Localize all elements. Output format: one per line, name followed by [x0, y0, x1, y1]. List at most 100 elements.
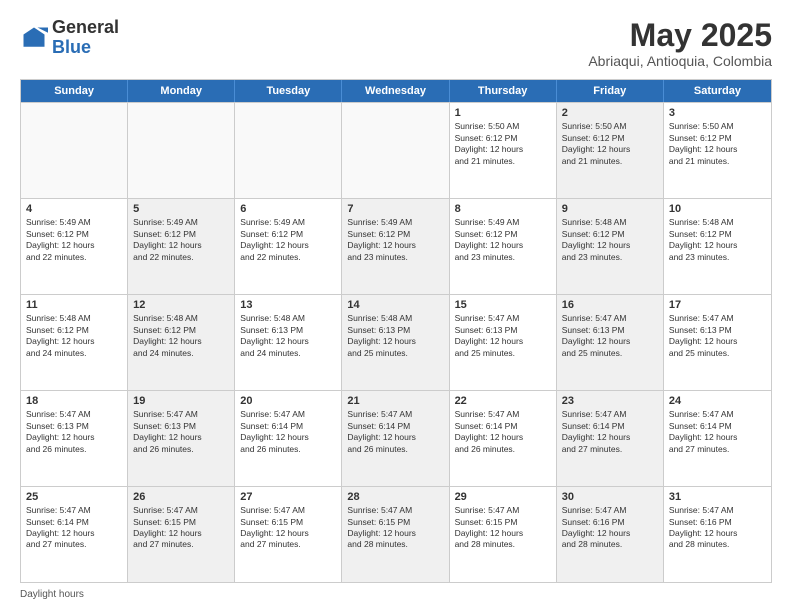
day-number: 12: [133, 299, 229, 311]
day-number: 20: [240, 395, 336, 407]
calendar-cell: 1 Sunrise: 5:50 AM Sunset: 6:12 PM Daylig…: [450, 103, 557, 198]
day-number: 3: [669, 107, 766, 119]
calendar-header-cell: Tuesday: [235, 80, 342, 102]
day-info: Sunrise: 5:48 AM Sunset: 6:12 PM Dayligh…: [562, 217, 658, 263]
day-info: Sunrise: 5:50 AM Sunset: 6:12 PM Dayligh…: [455, 121, 551, 167]
day-info: Sunrise: 5:47 AM Sunset: 6:13 PM Dayligh…: [133, 409, 229, 455]
day-number: 13: [240, 299, 336, 311]
day-number: 22: [455, 395, 551, 407]
day-number: 27: [240, 491, 336, 503]
day-number: 23: [562, 395, 658, 407]
day-number: 17: [669, 299, 766, 311]
day-info: Sunrise: 5:48 AM Sunset: 6:12 PM Dayligh…: [26, 313, 122, 359]
day-number: 6: [240, 203, 336, 215]
calendar-cell: 27 Sunrise: 5:47 AM Sunset: 6:15 PM Dayli…: [235, 487, 342, 582]
day-number: 30: [562, 491, 658, 503]
calendar-header-cell: Monday: [128, 80, 235, 102]
day-info: Sunrise: 5:47 AM Sunset: 6:14 PM Dayligh…: [347, 409, 443, 455]
calendar-cell: 5Sunrise: 5:49 AM Sunset: 6:12 PM Daylig…: [128, 199, 235, 294]
subtitle: Abriaqui, Antioquia, Colombia: [588, 53, 772, 69]
calendar-cell: 4 Sunrise: 5:49 AM Sunset: 6:12 PM Daylig…: [21, 199, 128, 294]
calendar-header-cell: Thursday: [450, 80, 557, 102]
logo-icon: [20, 24, 48, 52]
calendar-cell: [342, 103, 449, 198]
calendar-cell: 30Sunrise: 5:47 AM Sunset: 6:16 PM Dayli…: [557, 487, 664, 582]
day-info: Sunrise: 5:48 AM Sunset: 6:13 PM Dayligh…: [347, 313, 443, 359]
calendar-cell: 22 Sunrise: 5:47 AM Sunset: 6:14 PM Dayli…: [450, 391, 557, 486]
calendar-cell: 16Sunrise: 5:47 AM Sunset: 6:13 PM Dayli…: [557, 295, 664, 390]
day-number: 8: [455, 203, 551, 215]
day-info: Sunrise: 5:47 AM Sunset: 6:14 PM Dayligh…: [240, 409, 336, 455]
day-number: 5: [133, 203, 229, 215]
calendar-cell: 29 Sunrise: 5:47 AM Sunset: 6:15 PM Dayli…: [450, 487, 557, 582]
day-number: 24: [669, 395, 766, 407]
month-title: May 2025: [588, 18, 772, 53]
day-info: Sunrise: 5:49 AM Sunset: 6:12 PM Dayligh…: [26, 217, 122, 263]
day-number: 25: [26, 491, 122, 503]
calendar-cell: [235, 103, 342, 198]
day-info: Sunrise: 5:49 AM Sunset: 6:12 PM Dayligh…: [455, 217, 551, 263]
calendar-cell: 13 Sunrise: 5:48 AM Sunset: 6:13 PM Dayli…: [235, 295, 342, 390]
logo-blue-text: Blue: [52, 37, 91, 57]
calendar-header-cell: Sunday: [21, 80, 128, 102]
calendar-cell: 7Sunrise: 5:49 AM Sunset: 6:12 PM Daylig…: [342, 199, 449, 294]
calendar-cell: 21 Sunrise: 5:47 AM Sunset: 6:14 PM Dayli…: [342, 391, 449, 486]
day-number: 4: [26, 203, 122, 215]
calendar-cell: 11Sunrise: 5:48 AM Sunset: 6:12 PM Dayli…: [21, 295, 128, 390]
logo: General Blue: [20, 18, 119, 58]
calendar-cell: [21, 103, 128, 198]
calendar-row: 25Sunrise: 5:47 AM Sunset: 6:14 PM Dayli…: [21, 486, 771, 582]
day-number: 7: [347, 203, 443, 215]
day-number: 21: [347, 395, 443, 407]
day-number: 29: [455, 491, 551, 503]
calendar-cell: 10 Sunrise: 5:48 AM Sunset: 6:12 PM Dayli…: [664, 199, 771, 294]
calendar-cell: 25Sunrise: 5:47 AM Sunset: 6:14 PM Dayli…: [21, 487, 128, 582]
day-number: 1: [455, 107, 551, 119]
day-info: Sunrise: 5:47 AM Sunset: 6:13 PM Dayligh…: [669, 313, 766, 359]
calendar-body: 1 Sunrise: 5:50 AM Sunset: 6:12 PM Daylig…: [21, 102, 771, 582]
calendar-cell: 9Sunrise: 5:48 AM Sunset: 6:12 PM Daylig…: [557, 199, 664, 294]
day-info: Sunrise: 5:47 AM Sunset: 6:15 PM Dayligh…: [133, 505, 229, 551]
day-number: 14: [347, 299, 443, 311]
day-info: Sunrise: 5:47 AM Sunset: 6:14 PM Dayligh…: [669, 409, 766, 455]
calendar-cell: 6 Sunrise: 5:49 AM Sunset: 6:12 PM Daylig…: [235, 199, 342, 294]
day-number: 31: [669, 491, 766, 503]
calendar-header-cell: Wednesday: [342, 80, 449, 102]
calendar-cell: 28 Sunrise: 5:47 AM Sunset: 6:15 PM Dayli…: [342, 487, 449, 582]
day-info: Sunrise: 5:47 AM Sunset: 6:16 PM Dayligh…: [669, 505, 766, 551]
calendar-cell: 24 Sunrise: 5:47 AM Sunset: 6:14 PM Dayli…: [664, 391, 771, 486]
calendar-cell: 18Sunrise: 5:47 AM Sunset: 6:13 PM Dayli…: [21, 391, 128, 486]
calendar-row: 4 Sunrise: 5:49 AM Sunset: 6:12 PM Daylig…: [21, 198, 771, 294]
calendar-row: 1 Sunrise: 5:50 AM Sunset: 6:12 PM Daylig…: [21, 102, 771, 198]
calendar-cell: 19Sunrise: 5:47 AM Sunset: 6:13 PM Dayli…: [128, 391, 235, 486]
day-number: 10: [669, 203, 766, 215]
day-info: Sunrise: 5:47 AM Sunset: 6:13 PM Dayligh…: [455, 313, 551, 359]
day-info: Sunrise: 5:50 AM Sunset: 6:12 PM Dayligh…: [562, 121, 658, 167]
day-info: Sunrise: 5:47 AM Sunset: 6:15 PM Dayligh…: [240, 505, 336, 551]
day-info: Sunrise: 5:48 AM Sunset: 6:12 PM Dayligh…: [669, 217, 766, 263]
calendar-cell: 3 Sunrise: 5:50 AM Sunset: 6:12 PM Daylig…: [664, 103, 771, 198]
calendar-cell: 17 Sunrise: 5:47 AM Sunset: 6:13 PM Dayli…: [664, 295, 771, 390]
day-info: Sunrise: 5:47 AM Sunset: 6:15 PM Dayligh…: [455, 505, 551, 551]
calendar-row: 11Sunrise: 5:48 AM Sunset: 6:12 PM Dayli…: [21, 294, 771, 390]
day-info: Sunrise: 5:49 AM Sunset: 6:12 PM Dayligh…: [240, 217, 336, 263]
day-number: 15: [455, 299, 551, 311]
calendar-cell: 14 Sunrise: 5:48 AM Sunset: 6:13 PM Dayli…: [342, 295, 449, 390]
day-info: Sunrise: 5:47 AM Sunset: 6:14 PM Dayligh…: [455, 409, 551, 455]
calendar-header-cell: Friday: [557, 80, 664, 102]
calendar-cell: 26 Sunrise: 5:47 AM Sunset: 6:15 PM Dayli…: [128, 487, 235, 582]
page: General Blue May 2025 Abriaqui, Antioqui…: [0, 0, 792, 612]
calendar-row: 18Sunrise: 5:47 AM Sunset: 6:13 PM Dayli…: [21, 390, 771, 486]
day-number: 28: [347, 491, 443, 503]
calendar: SundayMondayTuesdayWednesdayThursdayFrid…: [20, 79, 772, 583]
day-number: 26: [133, 491, 229, 503]
day-info: Sunrise: 5:47 AM Sunset: 6:13 PM Dayligh…: [26, 409, 122, 455]
calendar-cell: 8 Sunrise: 5:49 AM Sunset: 6:12 PM Daylig…: [450, 199, 557, 294]
day-info: Sunrise: 5:50 AM Sunset: 6:12 PM Dayligh…: [669, 121, 766, 167]
day-info: Sunrise: 5:48 AM Sunset: 6:13 PM Dayligh…: [240, 313, 336, 359]
calendar-cell: [128, 103, 235, 198]
header: General Blue May 2025 Abriaqui, Antioqui…: [20, 18, 772, 69]
day-info: Sunrise: 5:48 AM Sunset: 6:12 PM Dayligh…: [133, 313, 229, 359]
footer-text: Daylight hours: [20, 589, 84, 600]
day-info: Sunrise: 5:47 AM Sunset: 6:15 PM Dayligh…: [347, 505, 443, 551]
